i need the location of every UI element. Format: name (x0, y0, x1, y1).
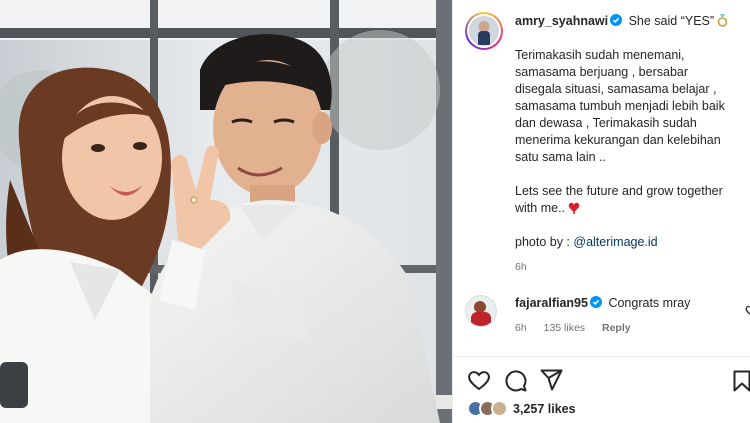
commenter-username[interactable]: fajaralfian95 (515, 296, 588, 310)
post-time[interactable]: 6h (515, 259, 745, 276)
post-side-panel: amry_syahnawi She said “YES” Terimakasih… (452, 0, 750, 423)
story-ring (465, 12, 503, 50)
verified-badge-icon (610, 14, 623, 26)
photo-credit: photo by : @alterimage.id (515, 234, 745, 251)
caption-paragraph-1: Terimakasih sudah menemani, samasama ber… (515, 48, 725, 164)
post-photo[interactable] (0, 0, 452, 423)
caption-paragraph-2: Lets see the future and grow together wi… (515, 183, 745, 217)
commenter-avatar[interactable] (465, 295, 497, 327)
post-caption: amry_syahnawi She said “YES” Terimakasih… (515, 13, 745, 276)
avatar-image (469, 16, 499, 46)
comment-text: Congrats mray (608, 296, 691, 310)
photo-credit-label: photo by : (515, 235, 574, 249)
caption-headline: She said “YES” (628, 14, 715, 28)
comment-meta: 6h 135 likes Reply (515, 320, 690, 337)
share-icon[interactable] (540, 369, 563, 391)
author-avatar[interactable] (465, 12, 503, 50)
comment-time[interactable]: 6h (515, 322, 527, 334)
divider (453, 356, 750, 357)
bookmark-icon[interactable] (733, 370, 750, 392)
verified-badge-icon (589, 296, 602, 308)
likes-summary[interactable]: 3,257 likes (467, 400, 576, 417)
couple-photo (0, 0, 452, 423)
reply-button[interactable]: Reply (602, 322, 631, 334)
heart-icon[interactable] (467, 369, 491, 391)
likes-count[interactable]: 3,257 likes (513, 402, 576, 416)
comment-like-heart-icon[interactable] (745, 305, 750, 316)
ring-emoji-icon (717, 14, 728, 27)
caption-paragraph-2-text: Lets see the future and grow together wi… (515, 184, 723, 215)
liker-avatar (491, 400, 508, 417)
photo-credit-mention[interactable]: @alterimage.id (573, 235, 657, 249)
post-actions (467, 369, 563, 392)
author-username[interactable]: amry_syahnawi (515, 14, 608, 28)
comment-icon[interactable] (504, 369, 527, 392)
comment-likes[interactable]: 135 likes (544, 322, 585, 334)
caption-first-line: amry_syahnawi She said “YES” (515, 13, 745, 30)
red-heart-emoji-icon (568, 202, 580, 214)
comment-item: fajaralfian95 Congrats mray 6h 135 likes… (465, 295, 750, 337)
